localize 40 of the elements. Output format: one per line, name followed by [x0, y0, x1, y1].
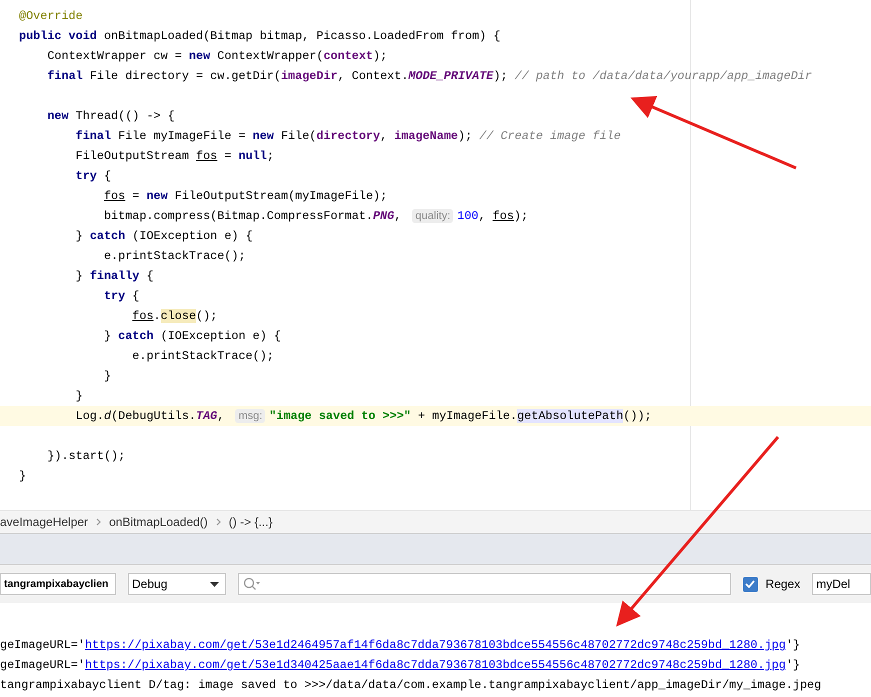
code-line: public void onBitmapLoaded(Bitmap bitmap, Picasso.LoadedFrom from) {: [19, 29, 500, 43]
log-line: geImageURL='https://pixabay.com/get/53e1d340425aae14f6da8c7dda793678103bdce554556c48702772dc9748c259bd_1280.jpg'}: [0, 658, 800, 672]
breadcrumb-item[interactable]: () -> {...}: [228, 515, 272, 529]
process-dropdown[interactable]: tangrampixabayclien: [0, 573, 116, 595]
code-line: FileOutputStream fos = null;: [74, 149, 274, 163]
code-line: }: [102, 369, 112, 383]
code-line: }: [19, 469, 26, 483]
code-line: } finally {: [74, 269, 154, 283]
code-line: } catch (IOException e) {: [102, 329, 281, 343]
code-line: try {: [102, 289, 140, 303]
chevron-icon: [96, 518, 102, 526]
caret-icon: [210, 582, 219, 586]
code-line: try {: [74, 169, 112, 183]
url-link[interactable]: https://pixabay.com/get/53e1d340425aae14f6da8c7dda793678103bdce554556c48702772dc9748c259bd_1280.jpg: [84, 658, 786, 672]
code-line: new Thread(() -> {: [46, 109, 175, 123]
code-line: }: [74, 389, 83, 403]
filter-dropdown[interactable]: myDel: [812, 573, 871, 595]
code-line: e.printStackTrace();: [131, 349, 274, 363]
regex-label: Regex: [766, 577, 800, 591]
code-line: Log.d(DebugUtils.TAG, msg: "image saved to >>>" + myImageFile.getAbsolutePath());: [74, 409, 652, 423]
log-line: geImageURL='https://pixabay.com/get/53e1d2464957af14f6da8c7dda793678103bdce554556c48702772dc9748c259bd_1280.jpg'}: [0, 638, 800, 652]
url-link[interactable]: https://pixabay.com/get/53e1d2464957af14f6da8c7dda793678103bdce554556c48702772dc9748c259bd_1280.jpg: [84, 638, 786, 652]
code-line: final File directory = cw.getDir(imageDir, Context.MODE_PRIVATE); // path to /data/data/yourapp/app_imageDir: [46, 69, 812, 83]
code-line: fos = new FileOutputStream(myImageFile);: [102, 189, 388, 203]
code-line: }).start();: [46, 449, 126, 463]
log-line: tangrampixabayclient D/tag: image saved to >>>/data/data/com.example.tangrampixabayclient/app_imageDir/my_image.jpeg: [0, 678, 822, 692]
regex-checkbox[interactable]: [742, 576, 758, 592]
code-line: fos.close();: [131, 309, 218, 323]
code-line: } catch (IOException e) {: [74, 229, 253, 243]
code-line: ContextWrapper cw = new ContextWrapper(context);: [46, 49, 388, 63]
breadcrumb-item[interactable]: onBitmapLoaded(): [109, 515, 208, 529]
breadcrumb-item[interactable]: aveImageHelper: [0, 515, 88, 529]
code-line: e.printStackTrace();: [102, 249, 246, 263]
code-line: bitmap.compress(Bitmap.CompressFormat.PNG, quality: 100, fos);: [102, 209, 528, 223]
search-icon: [242, 577, 261, 591]
chevron-icon: [216, 518, 221, 526]
code-line: final File myImageFile = new File(directory, imageName); // Create image file: [74, 129, 621, 143]
log-level-dropdown[interactable]: Debug: [128, 573, 226, 595]
code-line: @Override: [19, 9, 83, 23]
search-field[interactable]: [238, 573, 731, 595]
